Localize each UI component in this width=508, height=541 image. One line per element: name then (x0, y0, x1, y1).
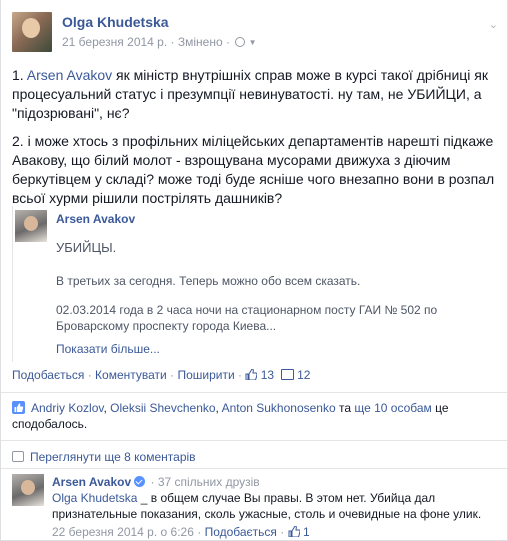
post-body: 1. Arsen Avakov як міністр внутрішніх сп… (12, 66, 500, 217)
comment-like-count[interactable]: 1 (303, 525, 310, 539)
post-paragraph-1: 1. Arsen Avakov як міністр внутрішніх сп… (12, 67, 489, 121)
globe-icon[interactable] (235, 37, 246, 47)
likes-summary: Andriy Kozlov, Oleksii Shevchenko, Anton… (12, 401, 449, 431)
comment-date[interactable]: 22 березня 2014 р. о 6:26 (52, 525, 194, 539)
others-link[interactable]: ще 10 особам (354, 401, 431, 415)
liker-link[interactable]: Andriy Kozlov (31, 401, 103, 415)
divider (1, 468, 507, 469)
comment-meta: 22 березня 2014 р. о 6:26 · Подобається … (52, 525, 310, 539)
post-paragraph-2: 2. і може хтось з профільних міліцейськи… (12, 133, 495, 206)
post-meta: 21 березня 2014 р. · Змінено · ▼ (62, 35, 257, 49)
comment: Arsen Avakov · 37 спільних друзів Olga K… (12, 474, 502, 540)
thumbs-up-icon (288, 526, 300, 537)
liker-link[interactable]: Anton Sukhonosenko (222, 401, 336, 415)
comment-icon (12, 451, 24, 462)
liker-link[interactable]: Oleksii Shevchenko (110, 401, 215, 415)
mutual-friends[interactable]: · 37 спільних друзів (151, 475, 260, 489)
caret-down-icon[interactable]: ▼ (249, 38, 257, 47)
verified-badge-icon (134, 476, 146, 487)
like-button[interactable]: Подобається (12, 368, 84, 382)
thumbs-up-icon (12, 401, 25, 414)
edited-label[interactable]: Змінено (178, 35, 223, 49)
mention-link[interactable]: Arsen Avakov (27, 67, 112, 83)
shared-post: Arsen Avakov УБИЙЦЫ. В третьих за сегодн… (12, 206, 498, 362)
commenter-name-link[interactable]: Arsen Avakov (52, 475, 131, 489)
comment-icon (280, 369, 294, 380)
see-more-link[interactable]: Показати більше... (56, 342, 160, 356)
comment-body: Arsen Avakov · 37 спільних друзів Olga K… (52, 474, 502, 540)
divider (1, 440, 507, 441)
feed-post: Olga Khudetska 21 березня 2014 р. · Змін… (0, 0, 508, 541)
author-name-link[interactable]: Olga Khudetska (62, 14, 169, 30)
author-avatar[interactable] (12, 12, 52, 52)
mention-link[interactable]: Olga Khudetska (52, 491, 137, 505)
view-more-comments-link[interactable]: Переглянути ще 8 коментарів (12, 450, 196, 464)
comment-like-button[interactable]: Подобається (205, 525, 277, 539)
post-date[interactable]: 21 березня 2014 р. (62, 35, 167, 49)
comment-button[interactable]: Коментувати (95, 368, 167, 382)
post-actions: Подобається · Коментувати · Поширити · 1… (12, 368, 311, 382)
shared-post-text: УБИЙЦЫ. В третьих за сегодня. Теперь мож… (56, 240, 486, 334)
shared-line-1: УБИЙЦЫ. (56, 240, 117, 255)
shared-author-link[interactable]: Arsen Avakov (56, 212, 135, 226)
divider (1, 392, 507, 393)
like-count[interactable]: 13 (261, 368, 274, 382)
shared-author-avatar[interactable] (15, 210, 47, 242)
shared-line-2: В третьих за сегодня. Теперь можно обо в… (56, 274, 361, 288)
chevron-down-icon[interactable]: ⌄ (489, 18, 498, 31)
share-button[interactable]: Поширити (177, 368, 234, 382)
post-header: Olga Khudetska 21 березня 2014 р. · Змін… (12, 10, 502, 54)
thumbs-up-icon (245, 369, 258, 380)
comment-count[interactable]: 12 (297, 368, 310, 382)
commenter-avatar[interactable] (12, 474, 44, 506)
shared-line-3: 02.03.2014 года в 2 часа ночи на стацион… (56, 303, 438, 333)
